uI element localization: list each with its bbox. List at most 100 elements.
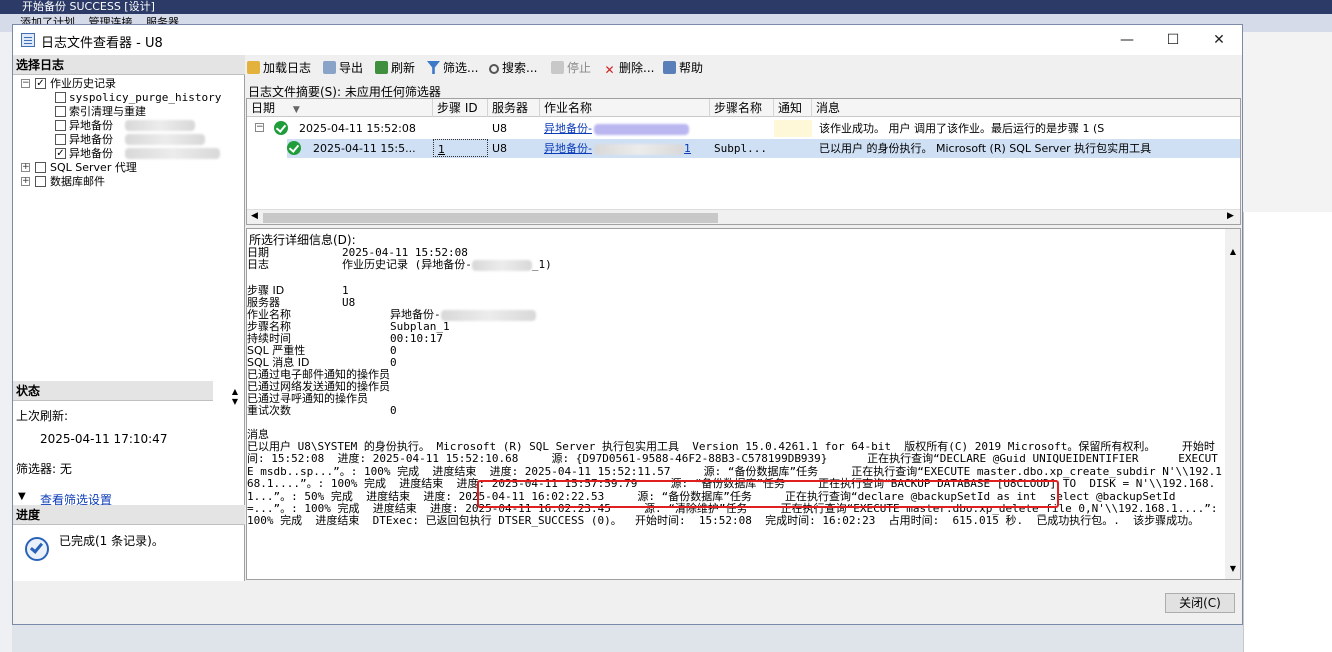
cell-notify: [774, 139, 812, 158]
progress-text: 已完成(1 条记录)。: [59, 534, 164, 548]
column-header-message[interactable]: 消息: [812, 99, 1240, 117]
cell-message: 该作业成功。 用户 调用了该作业。最后运行的是步骤 1 (S: [819, 122, 1105, 135]
cell-notify: [774, 120, 812, 137]
tree-label: SQL Server 代理: [50, 161, 137, 174]
delete-button[interactable]: ✕ 删除...: [603, 59, 654, 77]
table-row[interactable]: − 2025-04-11 15:52:08 U8 异地备份- 该作业成功。 用户…: [247, 119, 1240, 138]
scroll-down-icon[interactable]: ▼: [227, 397, 243, 407]
log-summary-grid: 日期 ▼ 步骤 ID 服务器 作业名称 步骤名称 通知 消息 − 2025-04…: [246, 98, 1241, 225]
log-tree: − ✓ 作业历史记录 syspolicy_purge_history 索引清理与…: [13, 77, 243, 189]
scroll-thumb[interactable]: [263, 213, 718, 223]
cell-job-name[interactable]: 异地备份-: [540, 119, 700, 138]
filter-button[interactable]: 筛选...: [427, 59, 478, 77]
tree-node-job-history[interactable]: − ✓ 作业历史记录: [13, 77, 243, 91]
filter-icon: ▼: [18, 491, 26, 502]
log-viewer-dialog: 日志文件查看器 - U8 — ☐ ✕ 选择日志 − ✓ 作业历史记录 syspo…: [12, 24, 1243, 625]
progress-header: 进度: [13, 505, 245, 525]
tree-node-db-mail[interactable]: + 数据库邮件: [13, 175, 243, 189]
tree-node-item[interactable]: syspolicy_purge_history: [13, 91, 243, 105]
select-log-header: 选择日志: [13, 55, 245, 75]
search-button[interactable]: 搜索...: [489, 59, 537, 77]
detail-field-value: 0: [390, 356, 397, 369]
close-button[interactable]: 关闭(C): [1165, 593, 1235, 613]
maximize-button[interactable]: ☐: [1150, 25, 1196, 55]
sort-icon: ▼: [292, 105, 300, 115]
checkbox[interactable]: [55, 92, 66, 103]
scroll-up-icon[interactable]: ▲: [1225, 247, 1240, 256]
delete-x-icon: ✕: [604, 63, 615, 77]
refresh-button[interactable]: 刷新: [375, 59, 415, 77]
checkbox[interactable]: [35, 162, 46, 173]
tree-label: 索引清理与重建: [69, 105, 146, 118]
background-title: 开始备份 SUCCESS [设计]: [22, 0, 155, 13]
grid-header: 日期 ▼ 步骤 ID 服务器 作业名称 步骤名称 通知 消息: [247, 99, 1240, 117]
log-viewer-icon: [21, 33, 35, 47]
background-left-edge: [0, 32, 12, 652]
tree-node-sql-agent[interactable]: + SQL Server 代理: [13, 161, 243, 175]
column-header-date[interactable]: 日期 ▼: [247, 99, 433, 117]
stop-button[interactable]: 停止: [551, 59, 591, 77]
detail-field-value: U8: [342, 296, 356, 309]
detail-field-label: 日志: [247, 258, 269, 271]
highlight-annotation: [477, 480, 1059, 508]
success-icon: [274, 121, 288, 135]
redacted-text: [125, 148, 220, 159]
help-button[interactable]: 帮助: [663, 59, 703, 77]
column-header-step-name[interactable]: 步骤名称: [710, 99, 774, 117]
column-header-server[interactable]: 服务器: [488, 99, 540, 117]
checkbox[interactable]: [55, 134, 66, 145]
grid-horizontal-scrollbar[interactable]: ◀ ▶: [247, 209, 1240, 224]
cell-message: 已以用户 的身份执行。 Microsoft (R) SQL Server 执行包…: [819, 142, 1152, 155]
tree-label: 作业历史记录: [50, 77, 116, 90]
checkbox[interactable]: [55, 120, 66, 131]
dialog-title: 日志文件查看器 - U8: [41, 36, 163, 51]
table-row-selected[interactable]: 2025-04-11 15:5... 1 U8 异地备份- 1 Subpl... …: [287, 139, 1240, 158]
detail-field-value: 00:10:17: [390, 332, 443, 345]
load-log-button[interactable]: 加载日志: [247, 59, 311, 77]
detail-vertical-scrollbar[interactable]: ▲ ▼: [1225, 229, 1240, 579]
minimize-button[interactable]: —: [1104, 25, 1150, 55]
cell-job-name[interactable]: 异地备份- 1: [540, 139, 705, 158]
stop-icon: [551, 61, 564, 74]
export-button[interactable]: 导出: [323, 59, 363, 77]
expand-icon[interactable]: +: [21, 177, 30, 186]
tree-label: 异地备份: [69, 147, 113, 160]
column-header-notify[interactable]: 通知: [774, 99, 812, 117]
collapse-icon[interactable]: −: [255, 123, 264, 132]
tree-node-item[interactable]: ✓ 异地备份: [13, 147, 243, 161]
detail-field-value: 作业历史记录 (异地备份- _1): [342, 258, 552, 271]
filter-funnel-icon: [427, 61, 440, 74]
detail-field-label: 重试次数: [247, 404, 291, 417]
expand-icon[interactable]: +: [21, 163, 30, 172]
checkbox-checked[interactable]: ✓: [55, 148, 66, 159]
scroll-up-icon[interactable]: ▲: [227, 387, 243, 397]
column-header-step-id[interactable]: 步骤 ID: [433, 99, 488, 117]
checkbox[interactable]: [55, 106, 66, 117]
cell-server: U8: [492, 122, 508, 135]
scroll-left-icon[interactable]: ◀: [251, 211, 258, 221]
column-header-job-name[interactable]: 作业名称: [540, 99, 710, 117]
success-icon: [287, 141, 301, 155]
collapse-icon[interactable]: −: [21, 79, 30, 88]
cell-step-id[interactable]: 1: [433, 139, 488, 157]
left-scroll-arrows[interactable]: ▲ ▼: [227, 387, 243, 409]
redacted-text: [125, 120, 195, 131]
search-icon: [489, 64, 499, 74]
dialog-titlebar[interactable]: 日志文件查看器 - U8 — ☐ ✕: [13, 25, 1242, 55]
scroll-right-icon[interactable]: ▶: [1227, 211, 1234, 221]
cell-server: U8: [492, 142, 508, 155]
scroll-down-icon[interactable]: ▼: [1225, 564, 1240, 573]
close-window-button[interactable]: ✕: [1196, 25, 1242, 55]
tree-label: 数据库邮件: [50, 175, 105, 188]
filter-label: 筛选器: 无: [16, 462, 72, 476]
completed-check-icon: [25, 537, 49, 561]
checkbox[interactable]: [35, 176, 46, 187]
tree-node-item[interactable]: 异地备份: [13, 133, 243, 147]
status-header: 状态: [13, 381, 213, 401]
tree-node-item[interactable]: 索引清理与重建: [13, 105, 243, 119]
last-refresh-label: 上次刷新:: [16, 409, 69, 423]
background-right-panel-top: [1243, 32, 1332, 212]
detail-panel: 所选行详细信息(D): 日期 2025-04-11 15:52:08 日志 作业…: [246, 228, 1241, 580]
checkbox-checked[interactable]: ✓: [35, 78, 46, 89]
tree-node-item[interactable]: 异地备份: [13, 119, 243, 133]
